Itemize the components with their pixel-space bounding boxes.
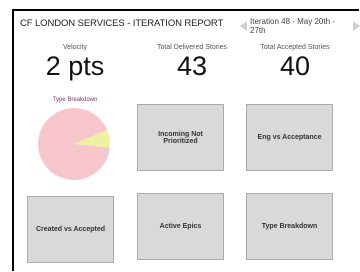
delivered-stories-value: 43 [176,51,208,81]
delivered-stories-metric: Total Delivered Stories 43 [142,44,242,80]
pie-chart-title: Type Breakdown [52,97,98,103]
accepted-stories-label: Total Accepted Stories [260,44,330,51]
velocity-value: 2 pts [45,51,105,81]
eng-vs-acceptance-tile[interactable]: Eng vs Acceptance [246,104,333,171]
created-vs-accepted-tile[interactable]: Created vs Accepted [27,196,114,263]
delivered-stories-label: Total Delivered Stories [156,44,228,51]
next-iteration-arrow-icon[interactable] [353,21,360,31]
page-title: CF LONDON SERVICES - ITERATION REPORT [20,18,224,29]
velocity-metric: Velocity 2 pts [30,44,120,80]
velocity-label: Velocity [62,44,88,51]
type-breakdown-tile[interactable]: Type Breakdown [246,193,333,260]
active-epics-tile[interactable]: Active Epics [137,193,224,260]
accepted-stories-metric: Total Accepted Stories 40 [245,44,345,80]
previous-iteration-arrow-icon[interactable] [240,21,247,31]
iteration-selector: Iteration 48 - May 20th - 27th [240,17,360,35]
accepted-stories-value: 40 [279,51,311,81]
incoming-not-prioritized-tile[interactable]: Incoming Not Prioritized [137,104,224,171]
iteration-label: Iteration 48 - May 20th - 27th [250,17,335,35]
type-breakdown-pie-chart[interactable] [37,107,111,181]
